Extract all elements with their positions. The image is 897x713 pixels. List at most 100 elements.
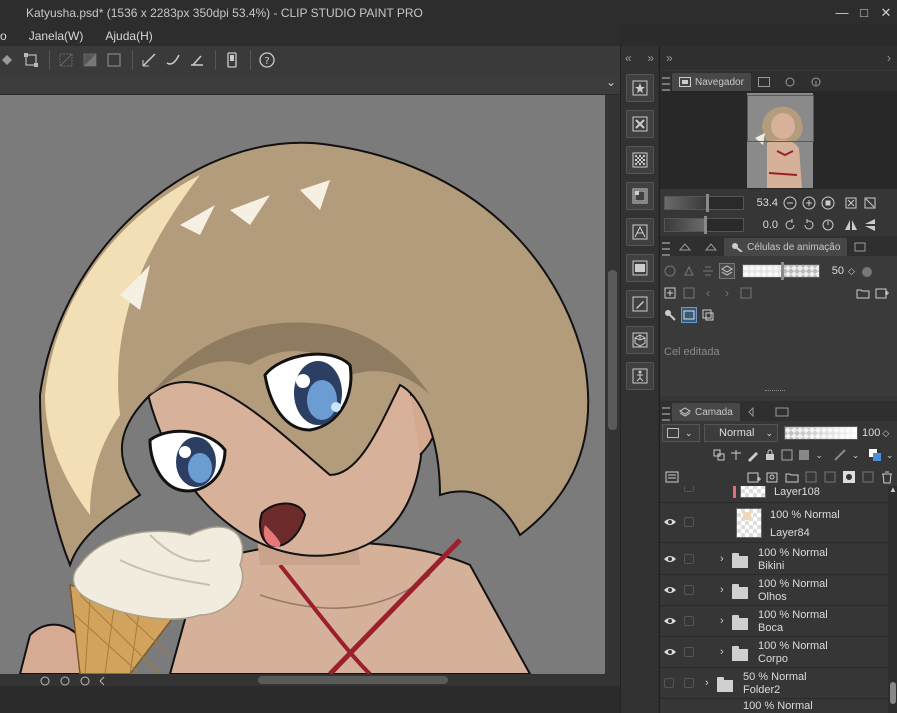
delete-cel-icon[interactable] <box>681 285 697 301</box>
new-folder-icon[interactable] <box>784 469 800 485</box>
tab-sub-tool-detail[interactable] <box>672 238 698 256</box>
cel-copy-icon[interactable] <box>700 307 716 323</box>
navigator-view-frame[interactable] <box>747 95 814 142</box>
blend-mode-select[interactable]: Normal ⌄ <box>704 424 778 442</box>
eye-icon[interactable] <box>663 515 677 529</box>
prev-cel-icon[interactable]: ‹ <box>700 285 716 301</box>
lock-layer-icon[interactable] <box>763 447 777 463</box>
layer-color-dropdown-icon[interactable]: ⌄ <box>885 447 895 463</box>
new-raster-layer-icon[interactable] <box>746 469 762 485</box>
combine-down-icon[interactable] <box>822 469 838 485</box>
ruler-icon[interactable] <box>138 49 160 71</box>
canvas-vertical-scrollbar[interactable] <box>605 95 620 674</box>
tab-celulas-de-animacao[interactable]: Células de animação <box>724 238 848 256</box>
tab-history[interactable] <box>739 403 768 421</box>
panel-grip-icon[interactable] <box>662 407 670 421</box>
reference-icon[interactable] <box>700 263 716 279</box>
layer-effect-icon[interactable] <box>833 447 847 463</box>
layer-color-icon[interactable] <box>868 447 882 463</box>
zoom-in-icon[interactable] <box>801 195 817 211</box>
cel-settings-icon[interactable] <box>738 285 754 301</box>
rotate-left-icon[interactable] <box>782 217 798 233</box>
material-panel-icon[interactable] <box>626 110 654 138</box>
help-icon[interactable]: ? <box>256 49 278 71</box>
transform-icon[interactable] <box>20 49 42 71</box>
layer-effect-dropdown-icon[interactable]: ⌄ <box>850 447 860 463</box>
artwork-illustration[interactable] <box>0 95 605 674</box>
tab-info[interactable] <box>802 73 829 91</box>
menu-item-janela[interactable]: Janela(W) <box>29 29 84 43</box>
minimize-button[interactable]: — <box>831 0 853 25</box>
draft-layer-icon[interactable] <box>746 447 760 463</box>
eye-icon[interactable] <box>663 645 677 659</box>
apply-mask-icon[interactable] <box>860 469 876 485</box>
fill-icon[interactable] <box>0 49 18 71</box>
flip-vertical-icon[interactable] <box>862 217 878 233</box>
menu-item-ajuda[interactable]: Ajuda(H) <box>105 29 152 43</box>
tab-sub-view[interactable] <box>750 73 777 91</box>
panel-grip-icon[interactable] <box>662 242 670 256</box>
layer-row[interactable]: › 50 % Normal Folder2 <box>660 668 888 699</box>
zoom-out-icon[interactable] <box>782 195 798 211</box>
panel-grip-icon[interactable] <box>662 77 670 91</box>
next-cel-icon[interactable]: › <box>719 285 735 301</box>
new-vector-layer-icon[interactable] <box>765 469 781 485</box>
cel-opacity-slider[interactable] <box>742 262 820 280</box>
canvas-collapse-icon[interactable]: ⌄ <box>606 75 616 89</box>
layers-stack-icon[interactable] <box>719 263 735 279</box>
frame-panel-icon[interactable] <box>626 182 654 210</box>
layer-row[interactable]: › 100 % Normal Bikini <box>660 544 888 575</box>
scroll-up-icon[interactable]: ▲ <box>889 485 897 494</box>
layer-row[interactable]: Layer108 <box>660 486 888 503</box>
layer-row[interactable]: 100 % Normal Layer84 <box>660 503 888 543</box>
layer-panel-menu-icon[interactable] <box>664 469 680 485</box>
layer-row[interactable]: 100 % Normal <box>660 699 888 713</box>
layer-row[interactable]: › 100 % Normal Olhos <box>660 575 888 606</box>
tab-item-bank[interactable] <box>776 73 803 91</box>
lock-transparent-icon[interactable] <box>780 447 794 463</box>
mask-icon[interactable] <box>797 447 811 463</box>
panel-resize-handle[interactable] <box>765 390 785 394</box>
tone-panel-icon[interactable] <box>626 146 654 174</box>
expand-arrow-icon[interactable]: › <box>720 553 730 565</box>
fit-to-window-icon[interactable] <box>862 195 878 211</box>
transfer-down-icon[interactable] <box>803 469 819 485</box>
rotate-right-icon[interactable] <box>801 217 817 233</box>
layer-list[interactable]: Layer108 100 % Normal Layer84 › 100 % No… <box>660 486 888 713</box>
clip-layer-icon[interactable] <box>712 447 726 463</box>
expand-arrow-icon[interactable]: › <box>720 584 730 596</box>
tab-camada[interactable]: Camada <box>672 403 740 421</box>
smartphone-icon[interactable] <box>221 49 243 71</box>
reset-rotation-icon[interactable] <box>820 217 836 233</box>
expand-arrow-icon[interactable]: › <box>705 677 715 689</box>
favorites-panel-icon[interactable] <box>626 74 654 102</box>
layer-color-dropdown[interactable]: ⌄ <box>662 424 700 442</box>
layer-row[interactable]: › 100 % Normal Corpo <box>660 637 888 668</box>
menu-item-partial[interactable]: o <box>0 29 7 43</box>
layer-list-scrollbar[interactable]: ▲ <box>888 485 897 713</box>
tab-layer-property[interactable] <box>698 238 724 256</box>
edit-panel-icon[interactable] <box>626 290 654 318</box>
layer-opacity-slider[interactable] <box>784 426 858 440</box>
color-icon[interactable] <box>859 263 875 279</box>
snap-ruler-icon[interactable] <box>186 49 208 71</box>
cel-tool-icon[interactable] <box>662 307 678 323</box>
add-cel-icon[interactable] <box>874 285 890 301</box>
onion-skin-icon[interactable] <box>662 263 678 279</box>
collapse-dock-icon[interactable]: » <box>666 51 673 65</box>
cel-selected-icon[interactable] <box>681 307 697 323</box>
eye-icon[interactable] <box>663 552 677 566</box>
expand-arrow-icon[interactable]: › <box>720 646 730 658</box>
tab-extra[interactable] <box>847 238 874 256</box>
layer-opacity-stepper-icon[interactable]: ◇ <box>882 428 889 439</box>
canvas-rotation-controls[interactable] <box>38 674 118 688</box>
navigator-preview[interactable] <box>660 91 897 189</box>
lightbox-icon[interactable] <box>681 263 697 279</box>
fit-to-navigator-icon[interactable] <box>843 195 859 211</box>
clear-selection-icon[interactable] <box>55 49 77 71</box>
eye-icon[interactable] <box>663 614 677 628</box>
image-panel-icon[interactable] <box>626 254 654 282</box>
close-button[interactable]: ✕ <box>875 0 897 25</box>
create-mask-icon[interactable] <box>841 469 857 485</box>
eye-icon[interactable] <box>663 583 677 597</box>
